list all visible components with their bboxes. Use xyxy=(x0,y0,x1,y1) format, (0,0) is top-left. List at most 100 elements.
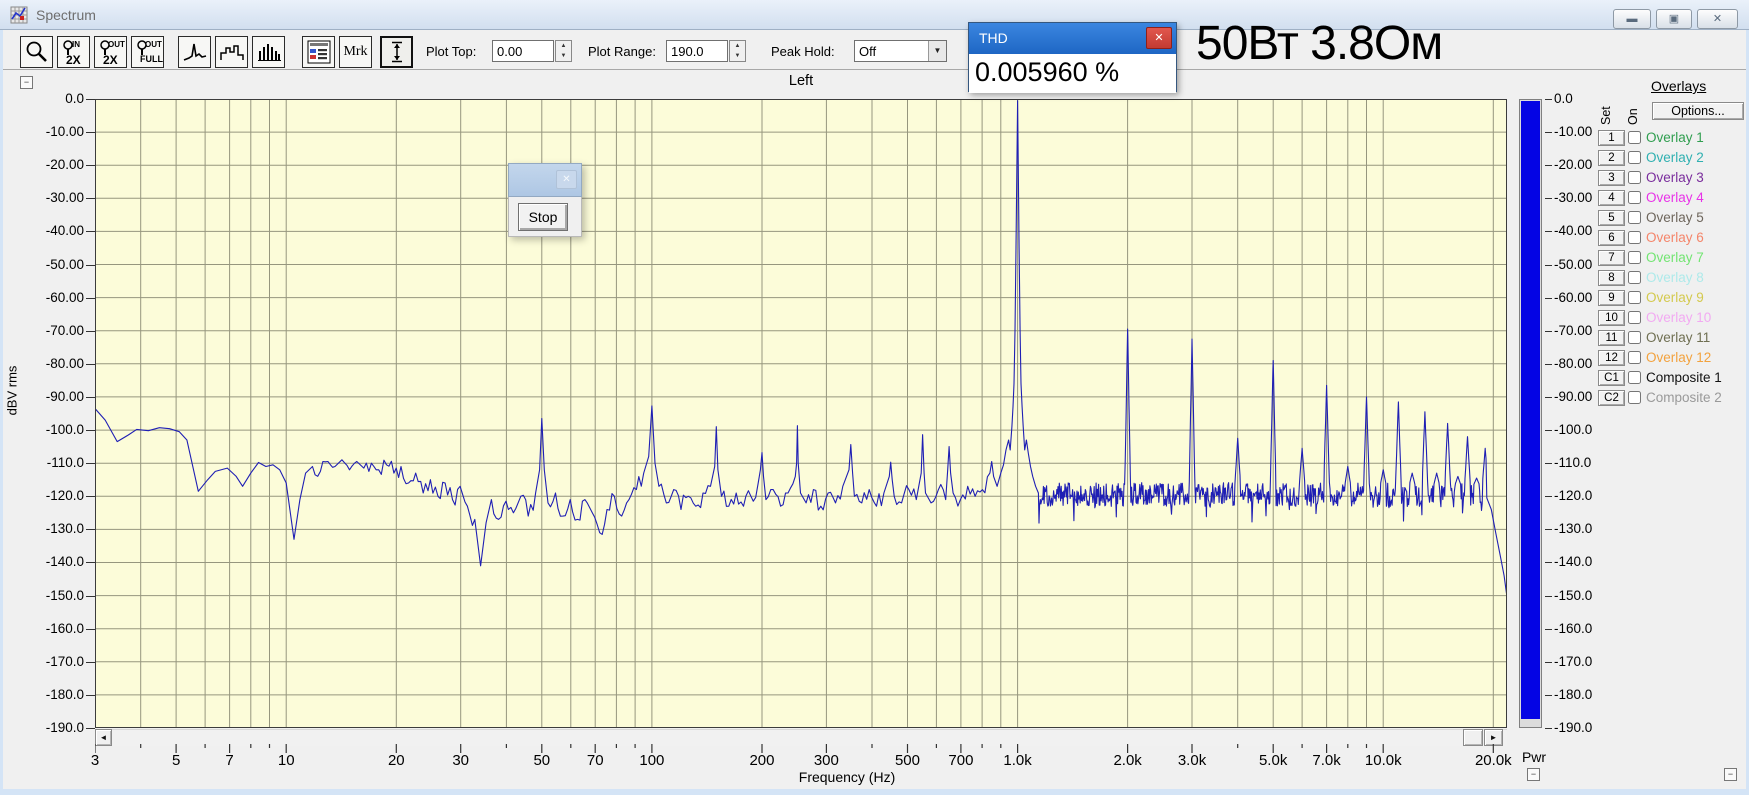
plot-range-input[interactable] xyxy=(666,40,728,62)
collapse-overlays-button[interactable]: − xyxy=(1724,768,1737,781)
y-tick xyxy=(86,363,95,365)
y-tick-label: -130.0 xyxy=(1554,521,1593,537)
overlay-on-checkbox-2[interactable] xyxy=(1628,151,1641,164)
close-button[interactable]: ✕ xyxy=(1697,9,1738,29)
plot-top-input[interactable] xyxy=(492,40,554,62)
y-tick xyxy=(86,231,95,233)
overlay-on-checkbox-5[interactable] xyxy=(1628,211,1641,224)
cursor-button[interactable] xyxy=(380,36,413,68)
zoom-button[interactable] xyxy=(20,36,53,68)
overlay-set-button-7[interactable]: 7 xyxy=(1598,250,1625,266)
y-tick xyxy=(1545,396,1552,398)
overlay-on-checkbox-6[interactable] xyxy=(1628,231,1641,244)
overlay-on-checkbox-11[interactable] xyxy=(1628,331,1641,344)
overlay-on-checkbox-4[interactable] xyxy=(1628,191,1641,204)
y-tick-label: -30.00 xyxy=(45,190,84,206)
overlay-on-checkbox-7[interactable] xyxy=(1628,251,1641,264)
overlay-set-button-8[interactable]: 8 xyxy=(1598,270,1625,286)
stop-dialog: ✕ Stop xyxy=(508,163,582,237)
y-tick xyxy=(86,694,95,696)
y-tick xyxy=(86,297,95,299)
overlay-on-checkbox-12[interactable] xyxy=(1628,351,1641,364)
overlay-set-button-C1[interactable]: C1 xyxy=(1598,370,1625,386)
marker-button[interactable]: Mrk xyxy=(339,36,372,68)
zoom-out-full-button[interactable]: OUT FULL xyxy=(131,36,164,68)
overlay-label: Overlay 6 xyxy=(1646,230,1704,245)
overlay-set-button-4[interactable]: 4 xyxy=(1598,190,1625,206)
y-tick-label: -190.0 xyxy=(45,720,84,735)
overlay-set-button-3[interactable]: 3 xyxy=(1598,170,1625,186)
title-bar[interactable]: Spectrum ▬ ▣ ✕ xyxy=(0,0,1749,30)
stop-dialog-body: Stop xyxy=(508,197,582,237)
thd-title-bar[interactable]: THD ✕ xyxy=(969,23,1176,54)
y-tick-label: -150.0 xyxy=(1554,587,1593,603)
magnifier-icon xyxy=(26,41,47,62)
overlay-label: Overlay 2 xyxy=(1646,150,1704,165)
stop-button[interactable]: Stop xyxy=(518,203,568,231)
y-tick-label: -170.0 xyxy=(45,653,84,669)
overlay-set-button-2[interactable]: 2 xyxy=(1598,150,1625,166)
thd-close-icon[interactable]: ✕ xyxy=(1146,27,1172,49)
y-tick xyxy=(1545,99,1552,100)
overlay-set-button-5[interactable]: 5 xyxy=(1598,210,1625,226)
y-tick xyxy=(86,264,95,266)
stop-dialog-close-icon[interactable]: ✕ xyxy=(556,170,577,189)
stop-dialog-title-bar[interactable]: ✕ xyxy=(508,163,582,197)
overlay-set-button-12[interactable]: 12 xyxy=(1598,350,1625,366)
y-tick-label: -130.0 xyxy=(45,521,84,537)
annotation-text: 50Вт 3.8Ом xyxy=(1196,17,1443,70)
icon-text: OUT xyxy=(145,40,162,49)
settings-button[interactable] xyxy=(302,36,335,68)
overlay-set-button-11[interactable]: 11 xyxy=(1598,330,1625,346)
step-view-button[interactable] xyxy=(215,36,248,68)
minimize-button[interactable]: ▬ xyxy=(1613,9,1651,29)
overlay-set-button-10[interactable]: 10 xyxy=(1598,310,1625,326)
overlay-on-checkbox-C2[interactable] xyxy=(1628,391,1641,404)
overlay-label: Overlay 7 xyxy=(1646,250,1704,265)
y-tick xyxy=(1545,264,1552,266)
y-tick-label: -70.00 xyxy=(45,322,84,338)
power-meter-label: Pwr xyxy=(1521,749,1547,765)
overlay-set-button-6[interactable]: 6 xyxy=(1598,230,1625,246)
spectrum-view-button[interactable] xyxy=(178,36,211,68)
y-tick xyxy=(1545,297,1552,299)
overlay-set-button-C2[interactable]: C2 xyxy=(1598,390,1625,406)
icon-text: FULL xyxy=(140,54,163,64)
overlay-set-button-9[interactable]: 9 xyxy=(1598,290,1625,306)
zoom-in-2x-button[interactable]: IN 2X xyxy=(57,36,90,68)
y-tick-label: -60.00 xyxy=(45,289,84,305)
x-tick-label: 7.0k xyxy=(1312,752,1341,769)
overlay-on-checkbox-3[interactable] xyxy=(1628,171,1641,184)
chevron-down-icon[interactable]: ▼ xyxy=(928,41,946,61)
overlay-options-button[interactable]: Options... xyxy=(1652,102,1744,120)
collapse-left-button[interactable]: − xyxy=(20,76,33,89)
y-tick xyxy=(1545,463,1552,465)
overlay-label: Overlay 3 xyxy=(1646,170,1704,185)
overlay-set-button-1[interactable]: 1 xyxy=(1598,130,1625,146)
icon-text: 2X xyxy=(66,53,81,67)
overlay-on-checkbox-10[interactable] xyxy=(1628,311,1641,324)
zoom-out-2x-button[interactable]: OUT 2X xyxy=(94,36,127,68)
y-tick-label: -40.00 xyxy=(45,223,84,239)
channel-label: Left xyxy=(788,73,814,89)
marker-label: Mrk xyxy=(343,44,368,59)
spectrum-plot[interactable] xyxy=(95,99,1507,728)
y-tick xyxy=(86,529,95,531)
overlay-on-checkbox-9[interactable] xyxy=(1628,291,1641,304)
x-tick-label: 20 xyxy=(387,752,405,769)
overlay-on-checkbox-8[interactable] xyxy=(1628,271,1641,284)
overlay-on-checkbox-C1[interactable] xyxy=(1628,371,1641,384)
plot-range-spinner[interactable]: ▲ ▼ xyxy=(729,40,746,62)
y-tick xyxy=(1545,231,1552,233)
y-tick-label: -190.0 xyxy=(1554,720,1593,735)
icon-text: IN xyxy=(72,40,80,49)
x-tick-label: 3.0k xyxy=(1177,752,1207,769)
window-title: Spectrum xyxy=(36,7,96,23)
maximize-button[interactable]: ▣ xyxy=(1656,9,1692,29)
peak-hold-select[interactable]: Off ▼ xyxy=(854,40,947,62)
overlay-on-checkbox-1[interactable] xyxy=(1628,131,1641,144)
bars-view-button[interactable] xyxy=(252,36,285,68)
collapse-power-button[interactable]: − xyxy=(1527,768,1540,781)
plot-top-spinner[interactable]: ▲ ▼ xyxy=(555,40,572,62)
y-tick-label: -140.0 xyxy=(1554,554,1593,570)
